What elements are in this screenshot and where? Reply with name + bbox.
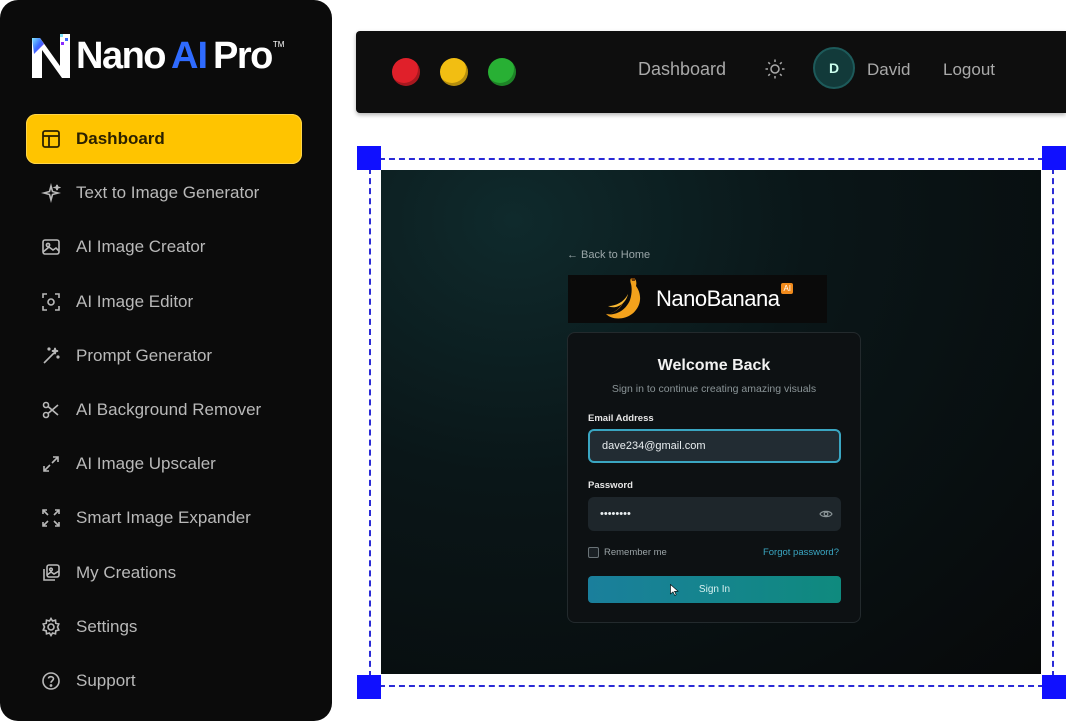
sidebar-item-image-expander[interactable]: Smart Image Expander: [26, 493, 302, 543]
sidebar-item-label: AI Image Creator: [76, 237, 206, 257]
nanoaipro-logo[interactable]: Nano AI Pro TM: [30, 30, 284, 82]
sign-in-button[interactable]: Sign In: [588, 576, 841, 603]
login-card: Welcome Back Sign in to continue creatin…: [567, 332, 861, 623]
sidebar-item-label: My Creations: [76, 562, 177, 582]
sidebar-item-label: AI Image Editor: [76, 291, 194, 311]
eye-icon[interactable]: [819, 507, 833, 521]
sparkles-icon: [40, 182, 62, 204]
password-field[interactable]: ••••••••: [588, 497, 841, 531]
sidebar-item-label: Settings: [76, 616, 138, 636]
sidebar-item-label: Text to Image Generator: [76, 183, 260, 203]
sidebar-item-label: AI Image Upscaler: [76, 454, 216, 474]
remember-me-label: Remember me: [604, 547, 667, 558]
sidebar-item-dashboard[interactable]: Dashboard: [26, 114, 302, 164]
sidebar-item-prompt-generator[interactable]: Prompt Generator: [26, 331, 302, 381]
sun-icon[interactable]: [764, 58, 786, 80]
scan-icon: [40, 291, 62, 313]
help-icon: [40, 670, 62, 692]
sidebar-item-image-upscaler[interactable]: AI Image Upscaler: [26, 439, 302, 489]
logo-mark-icon: [32, 34, 70, 78]
window-close-button[interactable]: [392, 58, 420, 86]
top-dashboard-link[interactable]: Dashboard: [638, 59, 726, 80]
resize-handle-bottom-right[interactable]: [1042, 675, 1066, 699]
maximize-icon: [40, 507, 62, 529]
sidebar-item-ai-image-editor[interactable]: AI Image Editor: [26, 277, 302, 327]
sidebar-item-settings[interactable]: Settings: [26, 602, 302, 652]
sign-in-label: Sign In: [698, 584, 731, 595]
sidebar-item-label: Support: [76, 670, 136, 690]
login-subtitle: Sign in to continue creating amazing vis…: [611, 383, 817, 395]
image-icon: [40, 236, 62, 258]
sidebar-item-label: Dashboard: [76, 129, 165, 148]
password-label: Password: [588, 480, 633, 491]
sidebar-item-label: Prompt Generator: [76, 345, 213, 365]
logout-button[interactable]: Logout: [943, 60, 995, 80]
logo-text-nano: Nano: [76, 34, 167, 77]
remember-me-row[interactable]: Remember me: [588, 547, 667, 558]
scissors-icon: [40, 399, 62, 421]
gear-icon: [40, 616, 62, 638]
sidebar-item-support[interactable]: Support: [26, 656, 302, 706]
logo-text-pro: Pro: [213, 34, 273, 77]
forgot-password-link[interactable]: Forgot password?: [763, 547, 839, 558]
resize-handle-top-right[interactable]: [1042, 146, 1066, 170]
resize-handle-top-left[interactable]: [357, 146, 381, 170]
brand-text: NanoBanana: [655, 286, 780, 311]
layout-icon: [40, 128, 62, 150]
login-title: Welcome Back: [657, 357, 771, 374]
sidebar-item-label: AI Background Remover: [76, 399, 262, 419]
nanobanana-logo: NanoBanana AI: [568, 275, 827, 323]
brand-ai-badge: AI: [781, 283, 793, 294]
banana-icon: [605, 278, 641, 319]
avatar[interactable]: D: [813, 47, 855, 89]
logo-trademark: TM: [272, 40, 285, 49]
sidebar-item-label: Smart Image Expander: [76, 508, 251, 528]
sidebar-item-background-remover[interactable]: AI Background Remover: [26, 385, 302, 435]
window-minimize-button[interactable]: [440, 58, 468, 86]
user-name[interactable]: David: [867, 60, 910, 80]
password-value: ••••••••: [600, 508, 631, 520]
remember-me-checkbox[interactable]: [588, 547, 599, 558]
logo-text-ai: AI: [171, 34, 208, 77]
back-to-home-link[interactable]: ← Back to Home: [567, 249, 650, 261]
gallery-icon: [40, 562, 62, 584]
magic-wand-icon: [40, 345, 62, 367]
sidebar-nav: Dashboard Text to Image Generator AI Ima…: [26, 114, 302, 710]
app-preview-screen: ← Back to Home NanoBanana AI Welcome Bac…: [381, 170, 1041, 674]
window-maximize-button[interactable]: [488, 58, 516, 86]
email-field[interactable]: dave234@gmail.com: [588, 429, 841, 463]
mouse-cursor-icon: [670, 584, 679, 596]
expand-icon: [40, 453, 62, 475]
sidebar: Nano AI Pro TM Dashboard Text to Image G…: [0, 0, 332, 721]
resize-handle-bottom-left[interactable]: [357, 675, 381, 699]
sidebar-item-ai-image-creator[interactable]: AI Image Creator: [26, 222, 302, 272]
sidebar-item-my-creations[interactable]: My Creations: [26, 548, 302, 598]
sidebar-item-text-to-image[interactable]: Text to Image Generator: [26, 168, 302, 218]
top-bar: Dashboard D David Logout: [356, 31, 1066, 113]
email-label: Email Address: [588, 413, 654, 424]
